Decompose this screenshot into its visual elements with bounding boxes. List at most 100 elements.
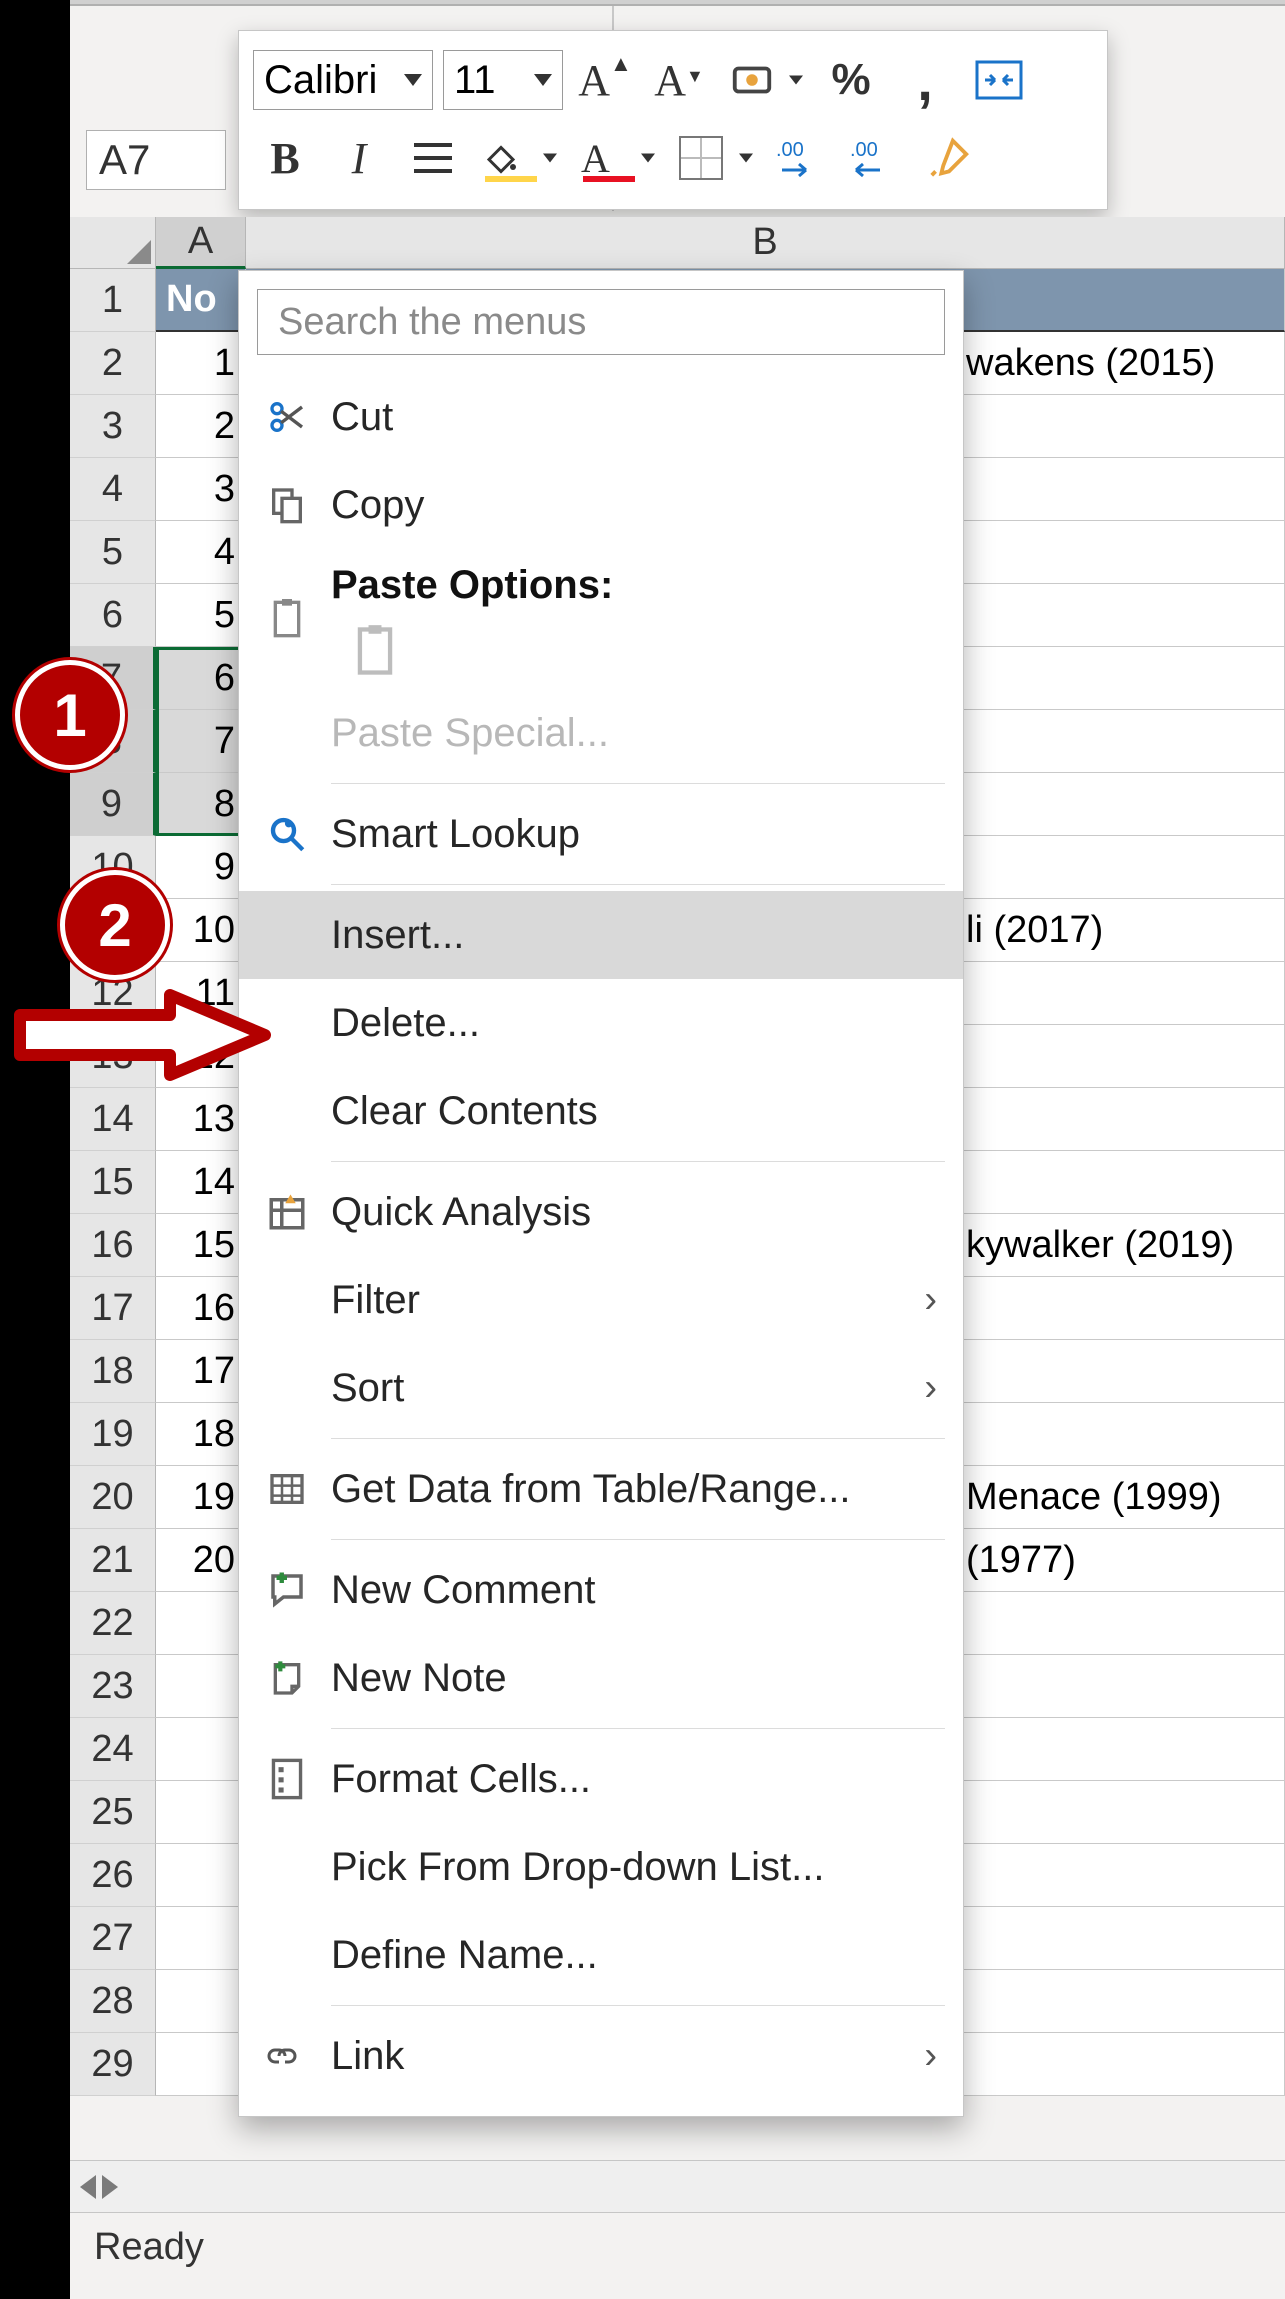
row-header[interactable]: 25 [70, 1781, 156, 1844]
cell[interactable]: 19 [156, 1466, 246, 1529]
cell[interactable]: 4 [156, 521, 246, 584]
menu-define-name[interactable]: Define Name... [239, 1911, 963, 1999]
menu-filter[interactable]: Filter › [239, 1256, 963, 1344]
select-all-corner[interactable] [70, 217, 156, 269]
row-header[interactable]: 6 [70, 584, 156, 647]
menu-copy[interactable]: Copy [239, 461, 963, 549]
row-header[interactable]: 17 [70, 1277, 156, 1340]
cell[interactable]: 5 [156, 584, 246, 647]
menu-get-data-table[interactable]: Get Data from Table/Range... [239, 1445, 963, 1533]
menu-format-cells[interactable]: Format Cells... [239, 1735, 963, 1823]
decrease-font-button[interactable]: A▼ [647, 48, 711, 112]
row-header[interactable]: 5 [70, 521, 156, 584]
name-box[interactable]: A7 [86, 130, 226, 190]
scroll-right-icon[interactable] [102, 2175, 118, 2199]
merge-center-button[interactable] [967, 48, 1031, 112]
increase-font-button[interactable]: A▲ [573, 48, 637, 112]
row-header[interactable]: 16 [70, 1214, 156, 1277]
cell[interactable]: 2 [156, 395, 246, 458]
font-size-combo[interactable]: 11 [443, 50, 563, 110]
cell-text-tail: (1977) [966, 1539, 1076, 1582]
cell[interactable]: 14 [156, 1151, 246, 1214]
row-header[interactable]: 1 [70, 269, 156, 332]
cell[interactable]: 6 [156, 647, 246, 710]
menu-sort[interactable]: Sort › [239, 1344, 963, 1432]
menu-new-comment[interactable]: New Comment [239, 1546, 963, 1634]
menu-clear-contents[interactable]: Clear Contents [239, 1067, 963, 1155]
menu-cut[interactable]: Cut [239, 373, 963, 461]
row-header[interactable]: 24 [70, 1718, 156, 1781]
cell[interactable]: No [156, 269, 246, 332]
cell[interactable]: 18 [156, 1403, 246, 1466]
menu-new-note[interactable]: New Note [239, 1634, 963, 1722]
row-header[interactable]: 18 [70, 1340, 156, 1403]
mini-toolbar: Calibri 11 A▲ A▼ % , B I A [238, 30, 1108, 210]
cell[interactable]: 7 [156, 710, 246, 773]
cell[interactable]: 15 [156, 1214, 246, 1277]
merge-icon [975, 60, 1023, 100]
font-color-button[interactable]: A [573, 126, 661, 190]
menu-delete[interactable]: Delete... [239, 979, 963, 1067]
cell-text-tail: li (2017) [966, 909, 1103, 952]
cell[interactable]: 17 [156, 1340, 246, 1403]
name-box-value: A7 [99, 136, 150, 184]
row-header[interactable]: 3 [70, 395, 156, 458]
menu-label: Filter [331, 1278, 420, 1323]
menu-separator [331, 1438, 945, 1439]
cell[interactable] [156, 1592, 246, 1655]
cell[interactable]: 3 [156, 458, 246, 521]
cell[interactable] [156, 1970, 246, 2033]
comma-style-button[interactable]: , [893, 48, 957, 112]
row-header[interactable]: 15 [70, 1151, 156, 1214]
decrease-decimal-button[interactable]: .00 [843, 126, 907, 190]
cell[interactable] [156, 1844, 246, 1907]
cell[interactable] [156, 2033, 246, 2096]
menu-quick-analysis[interactable]: Quick Analysis [239, 1168, 963, 1256]
cell[interactable]: 16 [156, 1277, 246, 1340]
increase-decimal-button[interactable]: .00 [769, 126, 833, 190]
scroll-left-icon[interactable] [80, 2175, 96, 2199]
row-header[interactable]: 19 [70, 1403, 156, 1466]
row-header[interactable]: 2 [70, 332, 156, 395]
row-header[interactable]: 29 [70, 2033, 156, 2096]
row-header[interactable]: 9 [70, 773, 156, 836]
font-name-combo[interactable]: Calibri [253, 50, 433, 110]
accounting-format-button[interactable] [721, 48, 809, 112]
cell[interactable]: 20 [156, 1529, 246, 1592]
row-header[interactable]: 27 [70, 1907, 156, 1970]
cell[interactable] [156, 1781, 246, 1844]
horizontal-scrollbar[interactable] [70, 2160, 1285, 2212]
align-button[interactable] [401, 126, 465, 190]
cell[interactable]: 1 [156, 332, 246, 395]
menu-label: Pick From Drop-down List... [331, 1845, 824, 1890]
row-header[interactable]: 4 [70, 458, 156, 521]
bold-button[interactable]: B [253, 126, 317, 190]
menu-label: Quick Analysis [331, 1190, 591, 1235]
borders-button[interactable] [671, 126, 759, 190]
cell[interactable]: 9 [156, 836, 246, 899]
menu-link[interactable]: Link › [239, 2012, 963, 2100]
row-header[interactable]: 28 [70, 1970, 156, 2033]
row-header[interactable]: 26 [70, 1844, 156, 1907]
row-header[interactable]: 20 [70, 1466, 156, 1529]
column-header-B[interactable]: B [246, 217, 1285, 269]
percent-button[interactable]: % [819, 48, 883, 112]
cell[interactable] [156, 1655, 246, 1718]
cell[interactable] [156, 1718, 246, 1781]
column-header-A[interactable]: A [156, 217, 246, 269]
menu-pick-from-list[interactable]: Pick From Drop-down List... [239, 1823, 963, 1911]
italic-button[interactable]: I [327, 126, 391, 190]
cell[interactable]: 8 [156, 773, 246, 836]
cell[interactable] [156, 1907, 246, 1970]
fill-color-button[interactable] [475, 126, 563, 190]
align-icon [412, 141, 454, 175]
menu-search-input[interactable]: Search the menus [257, 289, 945, 355]
row-header[interactable]: 23 [70, 1655, 156, 1718]
menu-insert[interactable]: Insert... [239, 891, 963, 979]
cell[interactable]: 13 [156, 1088, 246, 1151]
menu-smart-lookup[interactable]: Smart Lookup [239, 790, 963, 878]
row-header[interactable]: 22 [70, 1592, 156, 1655]
format-painter-button[interactable] [917, 126, 981, 190]
row-header[interactable]: 14 [70, 1088, 156, 1151]
row-header[interactable]: 21 [70, 1529, 156, 1592]
